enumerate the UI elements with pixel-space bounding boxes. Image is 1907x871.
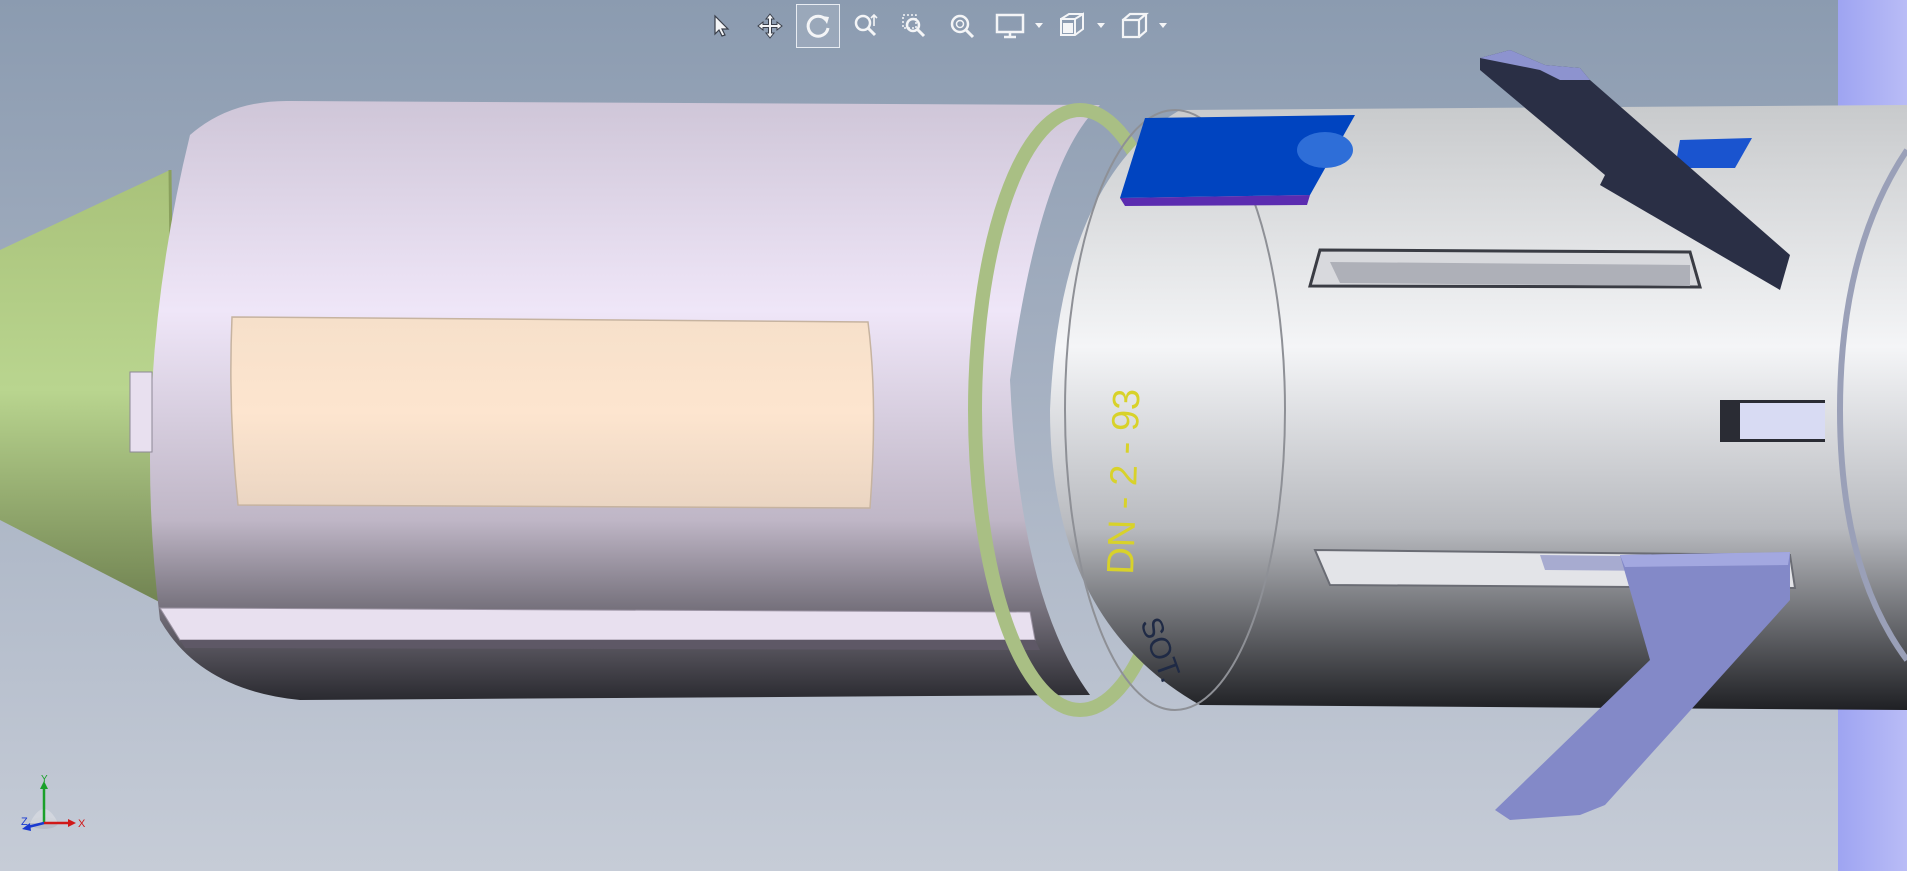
section-dropdown[interactable] [1050,4,1108,48]
section-view-icon [1060,12,1084,36]
pan-move-icon [757,13,783,39]
select-arrow-icon [714,14,730,37]
zoom-fit-button[interactable] [940,4,984,48]
model-viewport[interactable]: DN - 2 - 93 SOT. [0,0,1907,871]
rotate-icon [806,14,830,38]
side-window [1720,400,1825,442]
display-dropdown[interactable] [988,4,1046,48]
chevron-down-icon [1159,23,1167,28]
upper-slot [1308,248,1702,289]
view-orientation-dropdown[interactable] [1112,4,1170,48]
y-axis-label: Y [41,775,48,785]
section-dropdown-arrow[interactable] [1094,4,1108,48]
view-cube-icon [1121,12,1149,39]
chevron-down-icon [1097,23,1105,28]
rotate-button[interactable] [796,4,840,48]
display-monitor-icon [995,13,1025,39]
pan-button[interactable] [748,4,792,48]
x-axis-label: X [78,818,86,830]
display-dropdown-arrow[interactable] [1032,4,1046,48]
svg-text:DN - 2 - 93: DN - 2 - 93 [1100,388,1148,575]
select-button[interactable] [700,4,744,48]
zoom-icon [854,13,878,37]
view-orientation-button[interactable] [1112,4,1156,48]
zoom-fit-icon [950,14,975,39]
display-button[interactable] [988,4,1032,48]
axis-triad: Y X Z [21,775,86,831]
view-orientation-dropdown-arrow[interactable] [1156,4,1170,48]
z-axis-label: Z [21,816,28,828]
zoom-area-icon [902,14,926,38]
section-button[interactable] [1050,4,1094,48]
zoom-button[interactable] [844,4,888,48]
view-toolbar [700,2,1170,50]
zoom-area-button[interactable] [892,4,936,48]
label-panel [230,316,875,509]
chevron-down-icon [1035,23,1043,28]
engraving-label: DN - 2 - 93 [1100,388,1148,575]
